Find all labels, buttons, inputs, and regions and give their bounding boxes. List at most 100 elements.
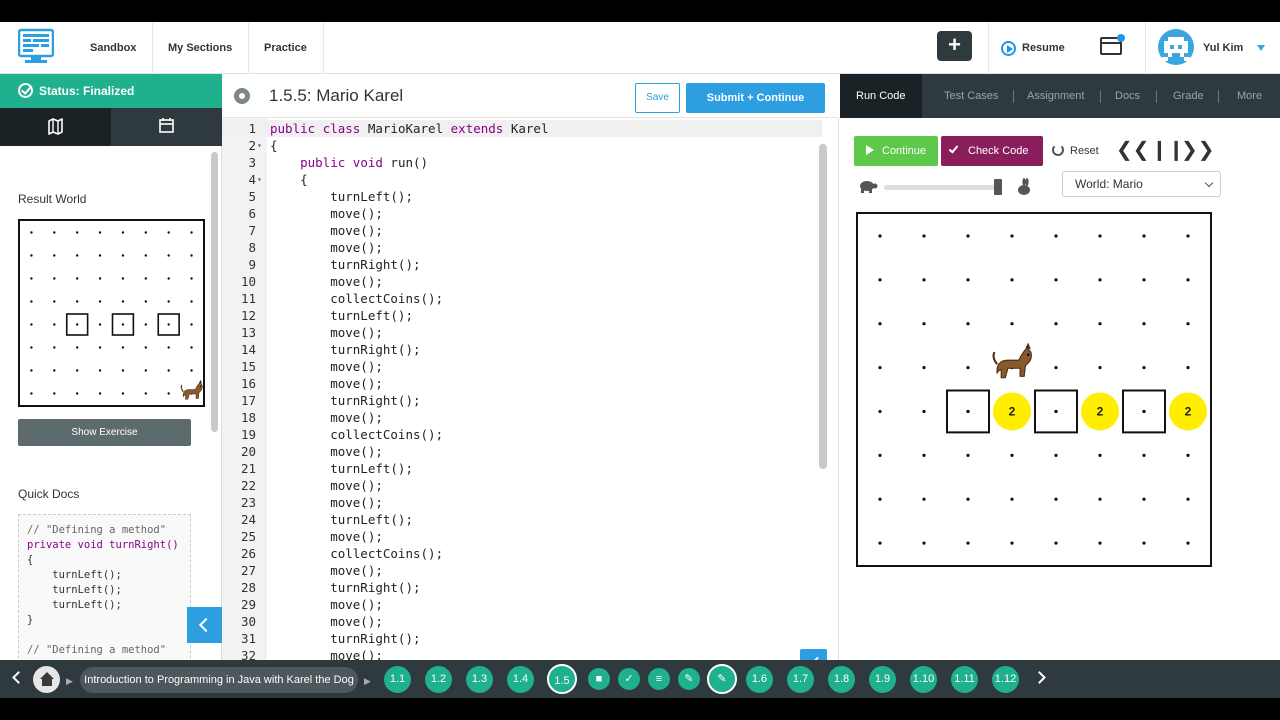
save-button[interactable]: Save [635,83,680,113]
unit-1-7[interactable]: 1.7 [787,666,814,693]
status-bar: Status: Finalized [0,74,222,108]
code-line[interactable]: 31 turnRight(); [222,630,822,647]
tab-test-cases[interactable]: Test Cases [944,74,998,118]
video-icon[interactable]: ■ [588,668,610,690]
unit-1-2[interactable]: 1.2 [425,666,452,693]
gear-icon[interactable] [234,88,250,104]
code-line[interactable]: 9 turnRight(); [222,256,822,273]
code-line[interactable]: 18 move(); [222,409,822,426]
code-text: collectCoins(); [270,291,444,306]
show-exercise-button[interactable]: Show Exercise [18,419,191,446]
left-scrollbar[interactable] [211,152,218,432]
code-line[interactable]: 20 move(); [222,443,822,460]
continue-button[interactable]: Continue [854,136,938,166]
unit-1-4[interactable]: 1.4 [507,666,534,693]
step-back-icon[interactable]: ❮❮ [1116,138,1150,162]
check-icon[interactable]: ✓ [618,668,640,690]
code-line[interactable]: 23 move(); [222,494,822,511]
step-forward-icon[interactable]: ❯❯ [1181,138,1215,162]
unit-1-11[interactable]: 1.11 [951,666,978,693]
tab-docs[interactable]: Docs [1115,74,1140,118]
course-breadcrumb[interactable]: Introduction to Programming in Java with… [80,667,358,693]
code-line[interactable]: 19 collectCoins(); [222,426,822,443]
unit-1-8[interactable]: 1.8 [828,666,855,693]
tab-run-code[interactable]: Run Code [840,74,922,118]
code-line[interactable]: 27 move(); [222,562,822,579]
fold-arrow-icon[interactable]: ▾ [257,137,262,154]
world-select[interactable]: World: Mario [1062,171,1221,197]
nav-sandbox[interactable]: Sandbox [74,22,154,74]
unit-1-12[interactable]: 1.12 [992,666,1019,693]
grid-dot [167,323,170,326]
tab-more[interactable]: More [1237,74,1262,118]
unit-1-1[interactable]: 1.1 [384,666,411,693]
code-line[interactable]: 4 ▾ { [222,171,822,188]
user-menu[interactable]: Yul Kim [1145,22,1280,74]
code-line[interactable]: 17 turnRight(); [222,392,822,409]
codehs-logo-icon[interactable] [18,28,54,66]
code-editor[interactable]: 1 public class MarioKarel extends Karel 2 ▾… [222,118,839,698]
code-text: turnRight(); [270,393,421,408]
code-line[interactable]: 28 turnRight(); [222,579,822,596]
code-line[interactable]: 3 public void run() [222,154,822,171]
editor-scrollbar[interactable] [819,144,827,469]
code-line[interactable]: 12 turnLeft(); [222,307,822,324]
code-line[interactable]: 30 move(); [222,613,822,630]
play-circle-icon [1001,40,1016,56]
code-line[interactable]: 6 move(); [222,205,822,222]
pencil-icon[interactable]: ✎ [707,664,737,694]
speed-slider[interactable] [884,185,1000,190]
fold-arrow-icon[interactable]: ▾ [257,171,262,188]
code-line[interactable]: 21 turnLeft(); [222,460,822,477]
speed-slider-handle[interactable] [993,179,1002,195]
code-line[interactable]: 8 move(); [222,239,822,256]
grid-dot [966,234,970,238]
code-line[interactable]: 1 public class MarioKarel extends Karel [222,120,822,137]
nav-my-sections[interactable]: My Sections [152,22,250,74]
grid-dot [144,369,148,372]
code-line[interactable]: 29 move(); [222,596,822,613]
grid-dot [966,541,970,545]
tab-map[interactable] [0,108,111,146]
unit-1-3[interactable]: 1.3 [466,666,493,693]
unit-1-9[interactable]: 1.9 [869,666,896,693]
code-line[interactable]: 25 move(); [222,528,822,545]
collapse-panel-button[interactable] [187,607,222,643]
tab-assignment[interactable]: Assignment [1027,74,1084,118]
code-line[interactable]: 24 turnLeft(); [222,511,822,528]
code-line[interactable]: 2 ▾ { [222,137,822,154]
tab-grade[interactable]: Grade [1173,74,1204,118]
reset-button[interactable]: Reset [1052,136,1099,166]
line-number: 25 [240,529,256,544]
document-icon[interactable]: ≡ [648,668,670,690]
code-line[interactable]: 7 move(); [222,222,822,239]
add-button[interactable]: + [937,31,972,61]
resume-button[interactable]: Resume [988,22,1084,74]
code-text: turnLeft(); [270,189,413,204]
code-line[interactable]: 15 move(); [222,358,822,375]
nav-practice[interactable]: Practice [248,22,324,74]
submit-continue-button[interactable]: Submit + Continue [686,83,825,113]
code-line[interactable]: 16 move(); [222,375,822,392]
code-line[interactable]: 10 move(); [222,273,822,290]
code-line[interactable]: 13 move(); [222,324,822,341]
chevron-right-icon[interactable] [1033,671,1046,684]
code-line[interactable]: 11 collectCoins(); [222,290,822,307]
breadcrumb-separator: ▶ [364,676,371,686]
home-icon[interactable] [33,666,60,693]
code-line[interactable]: 26 collectCoins(); [222,545,822,562]
unit-1-6[interactable]: 1.6 [746,666,773,693]
pencil-icon[interactable]: ✎ [678,668,700,690]
grid-dot [75,392,79,395]
code-line[interactable]: 22 move(); [222,477,822,494]
check-code-button[interactable]: Check Code [941,136,1043,166]
chevron-left-icon[interactable] [12,671,25,684]
pause-icon[interactable]: ❙❙ [1151,138,1185,162]
code-line[interactable]: 14 turnRight(); [222,341,822,358]
grid-dot [1142,234,1146,238]
tab-calendar[interactable] [111,108,222,146]
code-line[interactable]: 5 turnLeft(); [222,188,822,205]
unit-1-10[interactable]: 1.10 [910,666,937,693]
grid-dot [53,300,56,303]
unit-1-5[interactable]: 1.5 [547,664,577,694]
